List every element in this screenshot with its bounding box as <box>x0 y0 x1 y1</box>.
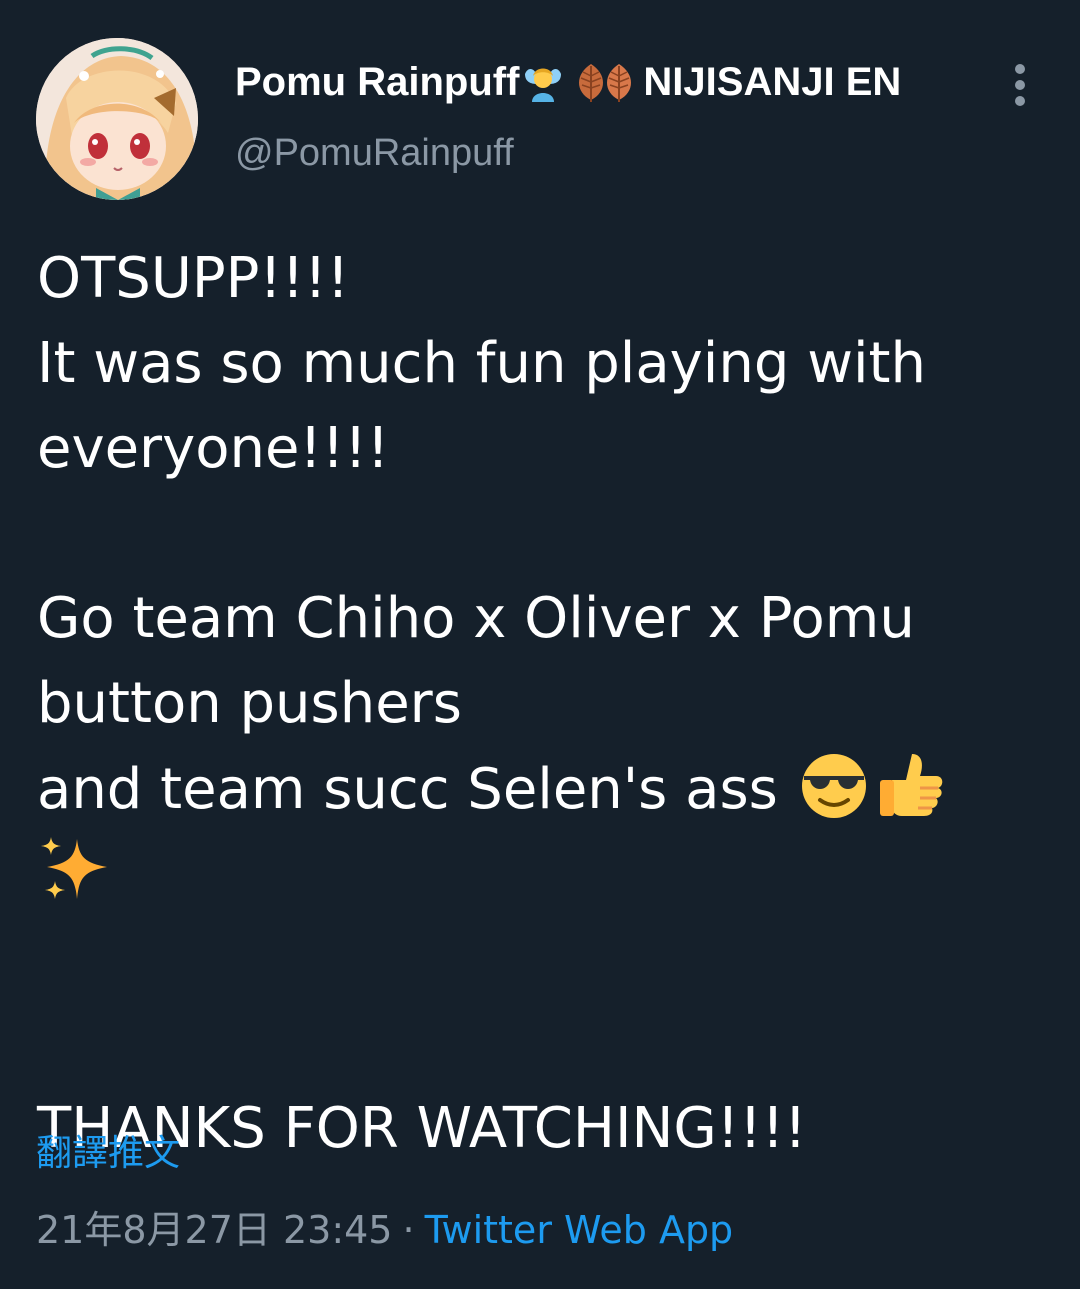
smiling-face-with-sunglasses-icon <box>796 746 872 822</box>
body-line: THANKS FOR WATCHING!!!! <box>37 1096 807 1161</box>
translate-tweet-link[interactable]: 翻譯推文 <box>36 1130 180 1178</box>
body-line-emoji-only <box>37 831 1047 916</box>
timestamp[interactable]: 21年8月27日 23:45 <box>36 1208 392 1252</box>
body-line-text: and team succ Selen's ass <box>37 757 796 822</box>
body-line: everyone!!!! <box>37 416 390 481</box>
body-blank-line <box>37 491 1047 576</box>
body-line-with-emoji: and team succ Selen's ass <box>37 746 1047 831</box>
leaf-emoji-icon <box>597 60 641 104</box>
sparkles-icon <box>37 831 113 907</box>
author-handle[interactable]: @PomuRainpuff <box>235 128 514 178</box>
more-options-button[interactable] <box>1000 60 1040 110</box>
body-blank-line <box>37 916 1047 1001</box>
display-name-part2: NIJISANJI EN <box>643 60 902 104</box>
meta-separator: · <box>402 1208 415 1252</box>
tweet: Pomu Rainpuff NIJISANJI EN @PomuRainpuff… <box>0 0 1080 1289</box>
more-vertical-icon <box>1015 64 1025 106</box>
tweet-meta: 21年8月27日 23:45 · Twitter Web App <box>36 1203 733 1257</box>
avatar-image <box>36 38 198 200</box>
author-display-name[interactable]: Pomu Rainpuff NIJISANJI EN <box>235 56 901 108</box>
body-blank-line <box>37 1001 1047 1086</box>
thumbs-up-icon <box>872 746 948 822</box>
display-name-part1: Pomu Rainpuff <box>235 60 520 104</box>
fairy-emoji-icon <box>521 60 565 104</box>
body-line: button pushers <box>37 671 462 736</box>
source-link[interactable]: Twitter Web App <box>425 1208 734 1252</box>
body-line: It was so much fun playing with <box>37 331 926 396</box>
body-line: OTSUPP!!!! <box>37 246 350 311</box>
tweet-body: OTSUPP!!!! It was so much fun playing wi… <box>37 236 1047 1171</box>
avatar[interactable] <box>36 38 198 200</box>
body-line: Go team Chiho x Oliver x Pomu <box>37 586 915 651</box>
